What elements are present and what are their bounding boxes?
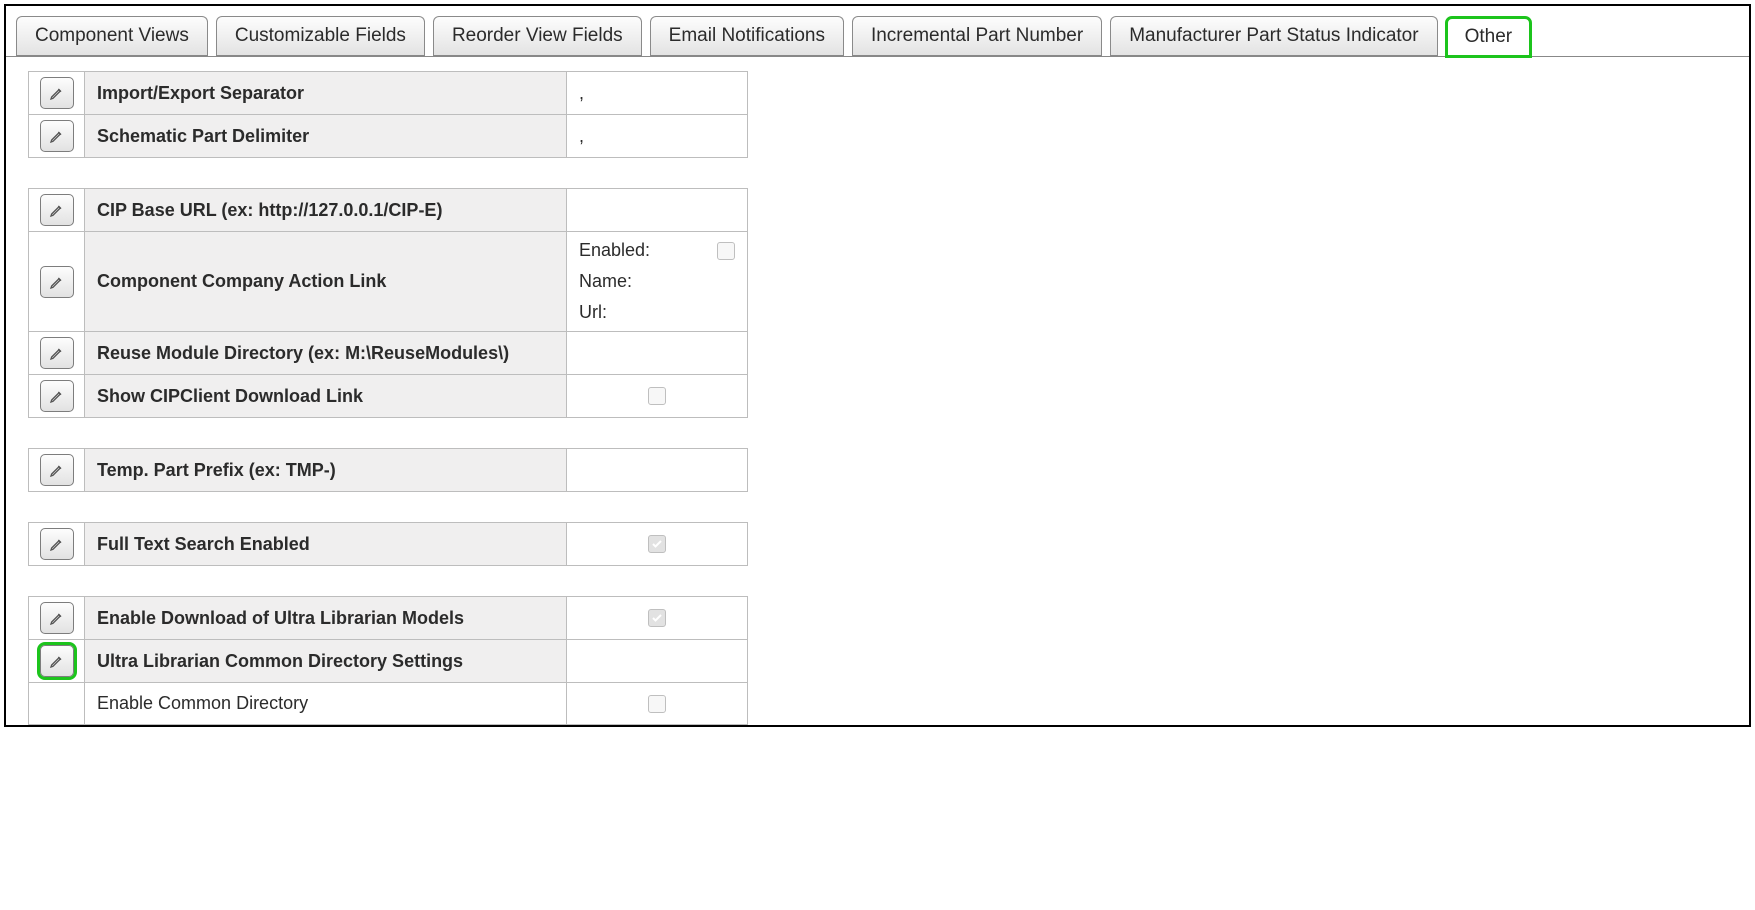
setting-value: Enabled: Name: Url: [567,232,747,331]
pencil-icon [49,388,65,404]
edit-button[interactable] [40,380,74,412]
row-temp-part-prefix: Temp. Part Prefix (ex: TMP-) [29,449,747,492]
edit-button[interactable] [40,120,74,152]
edit-cell [29,683,85,724]
edit-cell [29,597,85,639]
url-label: Url: [579,302,607,323]
pencil-icon [49,128,65,144]
setting-value: , [567,115,747,157]
settings-group-cip: CIP Base URL (ex: http://127.0.0.1/CIP-E… [28,188,748,418]
setting-value [567,189,747,231]
pencil-icon [49,202,65,218]
row-enable-ul-download: Enable Download of Ultra Librarian Model… [29,597,747,640]
tab-bar: Component Views Customizable Fields Reor… [6,6,1749,57]
pencil-icon [49,274,65,290]
edit-button[interactable] [40,602,74,634]
tab-label: Other [1465,26,1513,47]
enabled-checkbox[interactable] [717,242,735,260]
row-component-company-action-link: Component Company Action Link Enabled: N… [29,232,747,332]
pencil-icon [49,345,65,361]
pencil-icon [49,462,65,478]
edit-cell [29,115,85,157]
tab-label: Incremental Part Number [871,25,1083,46]
row-enable-common-directory: Enable Common Directory [29,683,747,725]
edit-button[interactable] [40,77,74,109]
setting-value [567,640,747,682]
setting-value [567,523,747,565]
row-schematic-part-delimiter: Schematic Part Delimiter , [29,115,747,158]
setting-label: Schematic Part Delimiter [85,115,567,157]
edit-cell [29,189,85,231]
fulltext-checkbox[interactable] [648,535,666,553]
edit-button[interactable] [40,266,74,298]
name-label: Name: [579,271,632,292]
setting-label: Ultra Librarian Common Directory Setting… [85,640,567,682]
setting-value [567,332,747,374]
edit-button[interactable] [40,645,74,677]
edit-button[interactable] [40,454,74,486]
tab-other[interactable]: Other [1446,17,1532,57]
edit-cell [29,332,85,374]
setting-label: Temp. Part Prefix (ex: TMP-) [85,449,567,491]
settings-group-separator: Import/Export Separator , Schematic Part… [28,71,748,158]
settings-group-fulltext: Full Text Search Enabled [28,522,748,566]
edit-cell [29,232,85,331]
setting-value [567,683,747,724]
edit-button[interactable] [40,194,74,226]
setting-label: Import/Export Separator [85,72,567,114]
edit-cell [29,72,85,114]
tab-email-notifications[interactable]: Email Notifications [650,16,844,56]
setting-label: Reuse Module Directory (ex: M:\ReuseModu… [85,332,567,374]
setting-label: Enable Download of Ultra Librarian Model… [85,597,567,639]
row-show-cipclient-download-link: Show CIPClient Download Link [29,375,747,418]
pencil-icon [49,85,65,101]
enabled-label: Enabled: [579,240,650,261]
settings-group-temp-part: Temp. Part Prefix (ex: TMP-) [28,448,748,492]
edit-cell [29,375,85,417]
edit-cell [29,449,85,491]
pencil-icon [49,653,65,669]
check-icon [651,538,663,550]
tab-label: Email Notifications [669,25,825,46]
tab-label: Reorder View Fields [452,25,623,46]
setting-label: Component Company Action Link [85,232,567,331]
tab-reorder-view-fields[interactable]: Reorder View Fields [433,16,642,56]
setting-value [567,449,747,491]
download-link-checkbox[interactable] [648,387,666,405]
tab-label: Manufacturer Part Status Indicator [1129,25,1418,46]
check-icon [651,612,663,624]
pencil-icon [49,610,65,626]
tab-manufacturer-part-status-indicator[interactable]: Manufacturer Part Status Indicator [1110,16,1437,56]
pencil-icon [49,536,65,552]
tab-label: Customizable Fields [235,25,406,46]
setting-label: Show CIPClient Download Link [85,375,567,417]
row-full-text-search-enabled: Full Text Search Enabled [29,523,747,566]
edit-button[interactable] [40,337,74,369]
setting-value [567,375,747,417]
tab-label: Component Views [35,25,189,46]
tab-customizable-fields[interactable]: Customizable Fields [216,16,425,56]
settings-group-ultra-librarian: Enable Download of Ultra Librarian Model… [28,596,748,725]
setting-value: , [567,72,747,114]
setting-label: CIP Base URL (ex: http://127.0.0.1/CIP-E… [85,189,567,231]
row-import-export-separator: Import/Export Separator , [29,72,747,115]
edit-button[interactable] [40,528,74,560]
tab-incremental-part-number[interactable]: Incremental Part Number [852,16,1102,56]
tab-component-views[interactable]: Component Views [16,16,208,56]
ul-download-checkbox[interactable] [648,609,666,627]
edit-cell [29,523,85,565]
row-cip-base-url: CIP Base URL (ex: http://127.0.0.1/CIP-E… [29,189,747,232]
edit-cell [29,640,85,682]
setting-label: Enable Common Directory [85,683,567,724]
row-ul-common-directory-settings: Ultra Librarian Common Directory Setting… [29,640,747,683]
settings-panel: Component Views Customizable Fields Reor… [4,4,1751,727]
common-directory-checkbox[interactable] [648,695,666,713]
row-reuse-module-directory: Reuse Module Directory (ex: M:\ReuseModu… [29,332,747,375]
setting-value [567,597,747,639]
tab-content-other: Import/Export Separator , Schematic Part… [6,57,1749,725]
setting-label: Full Text Search Enabled [85,523,567,565]
